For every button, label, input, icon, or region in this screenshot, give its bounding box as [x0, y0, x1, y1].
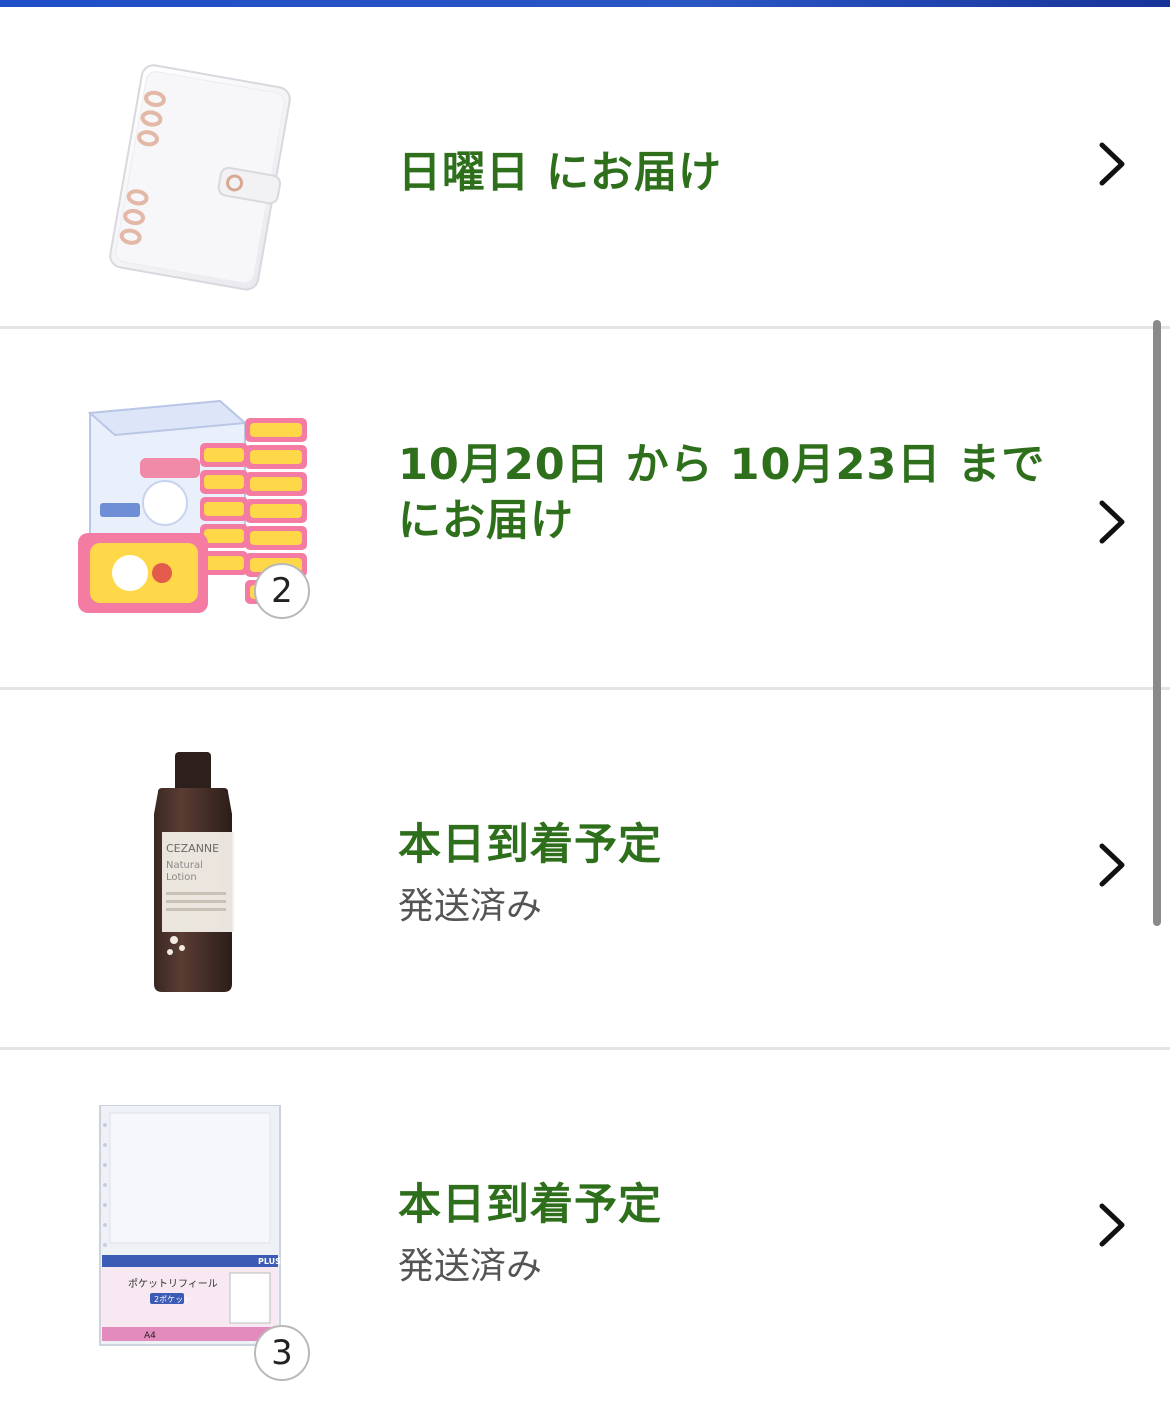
lotion-bottle-thumbnail: CEZANNE Natural Lotion — [70, 752, 320, 1002]
delivery-info: 本日到着予定 発送済み — [398, 1177, 1078, 1291]
delivery-info: 10月20日 から 10月23日 まで にお届け — [398, 437, 1078, 549]
delivery-eta: 本日到着予定 — [398, 1180, 662, 1230]
brand-label: CEZANNE — [166, 842, 219, 855]
size-label: A4 — [144, 1331, 156, 1341]
binder-thumbnail — [70, 52, 320, 302]
pocket-refill-thumbnail: PLUS ポケットリフィール 2ポケット A4 — [70, 1104, 320, 1355]
delivery-date-line2: にお届け — [398, 496, 574, 546]
chevron-right-icon[interactable] — [1094, 842, 1130, 888]
top-progress-bar — [0, 0, 1170, 7]
shipping-status: 発送済み — [398, 886, 543, 927]
delivery-info: 本日到着予定 発送済み — [398, 817, 1078, 931]
order-row-4[interactable]: PLUS ポケットリフィール 2ポケット A4 3 本日到着予定 発送済み — [0, 1050, 1170, 1408]
delivery-info: 日曜日 にお届け — [398, 145, 1078, 201]
delivery-date-line1: 10月20日 から 10月23日 まで — [398, 440, 1046, 490]
scrollbar[interactable] — [1153, 320, 1161, 926]
order-list: 日曜日 にお届け 2 10月20日 から 10月23日 まで にお届け CEZA… — [0, 7, 1170, 1408]
svg-text:Natural: Natural — [166, 860, 203, 871]
chevron-right-icon[interactable] — [1094, 1202, 1130, 1248]
quantity-badge: 3 — [254, 1325, 310, 1381]
delivery-date-range: 10月20日 から 10月23日 まで にお届け — [398, 437, 1078, 549]
product-label: ポケットリフィール — [128, 1278, 218, 1290]
shipping-status: 発送済み — [398, 1246, 543, 1287]
quantity-badge: 2 — [254, 563, 310, 619]
brand-label: PLUS — [258, 1257, 281, 1266]
delivery-eta: 本日到着予定 — [398, 820, 662, 870]
order-row-3[interactable]: CEZANNE Natural Lotion 本日到着予定 発送済み — [0, 690, 1170, 1050]
order-row-2[interactable]: 2 10月20日 から 10月23日 まで にお届け — [0, 329, 1170, 690]
chevron-right-icon[interactable] — [1094, 499, 1130, 545]
order-row-1[interactable]: 日曜日 にお届け — [0, 7, 1170, 329]
svg-text:Lotion: Lotion — [166, 872, 197, 883]
chevron-right-icon[interactable] — [1094, 141, 1130, 187]
delivery-date: 日曜日 にお届け — [398, 148, 722, 198]
pocket-count-label: 2ポケット — [154, 1295, 191, 1304]
